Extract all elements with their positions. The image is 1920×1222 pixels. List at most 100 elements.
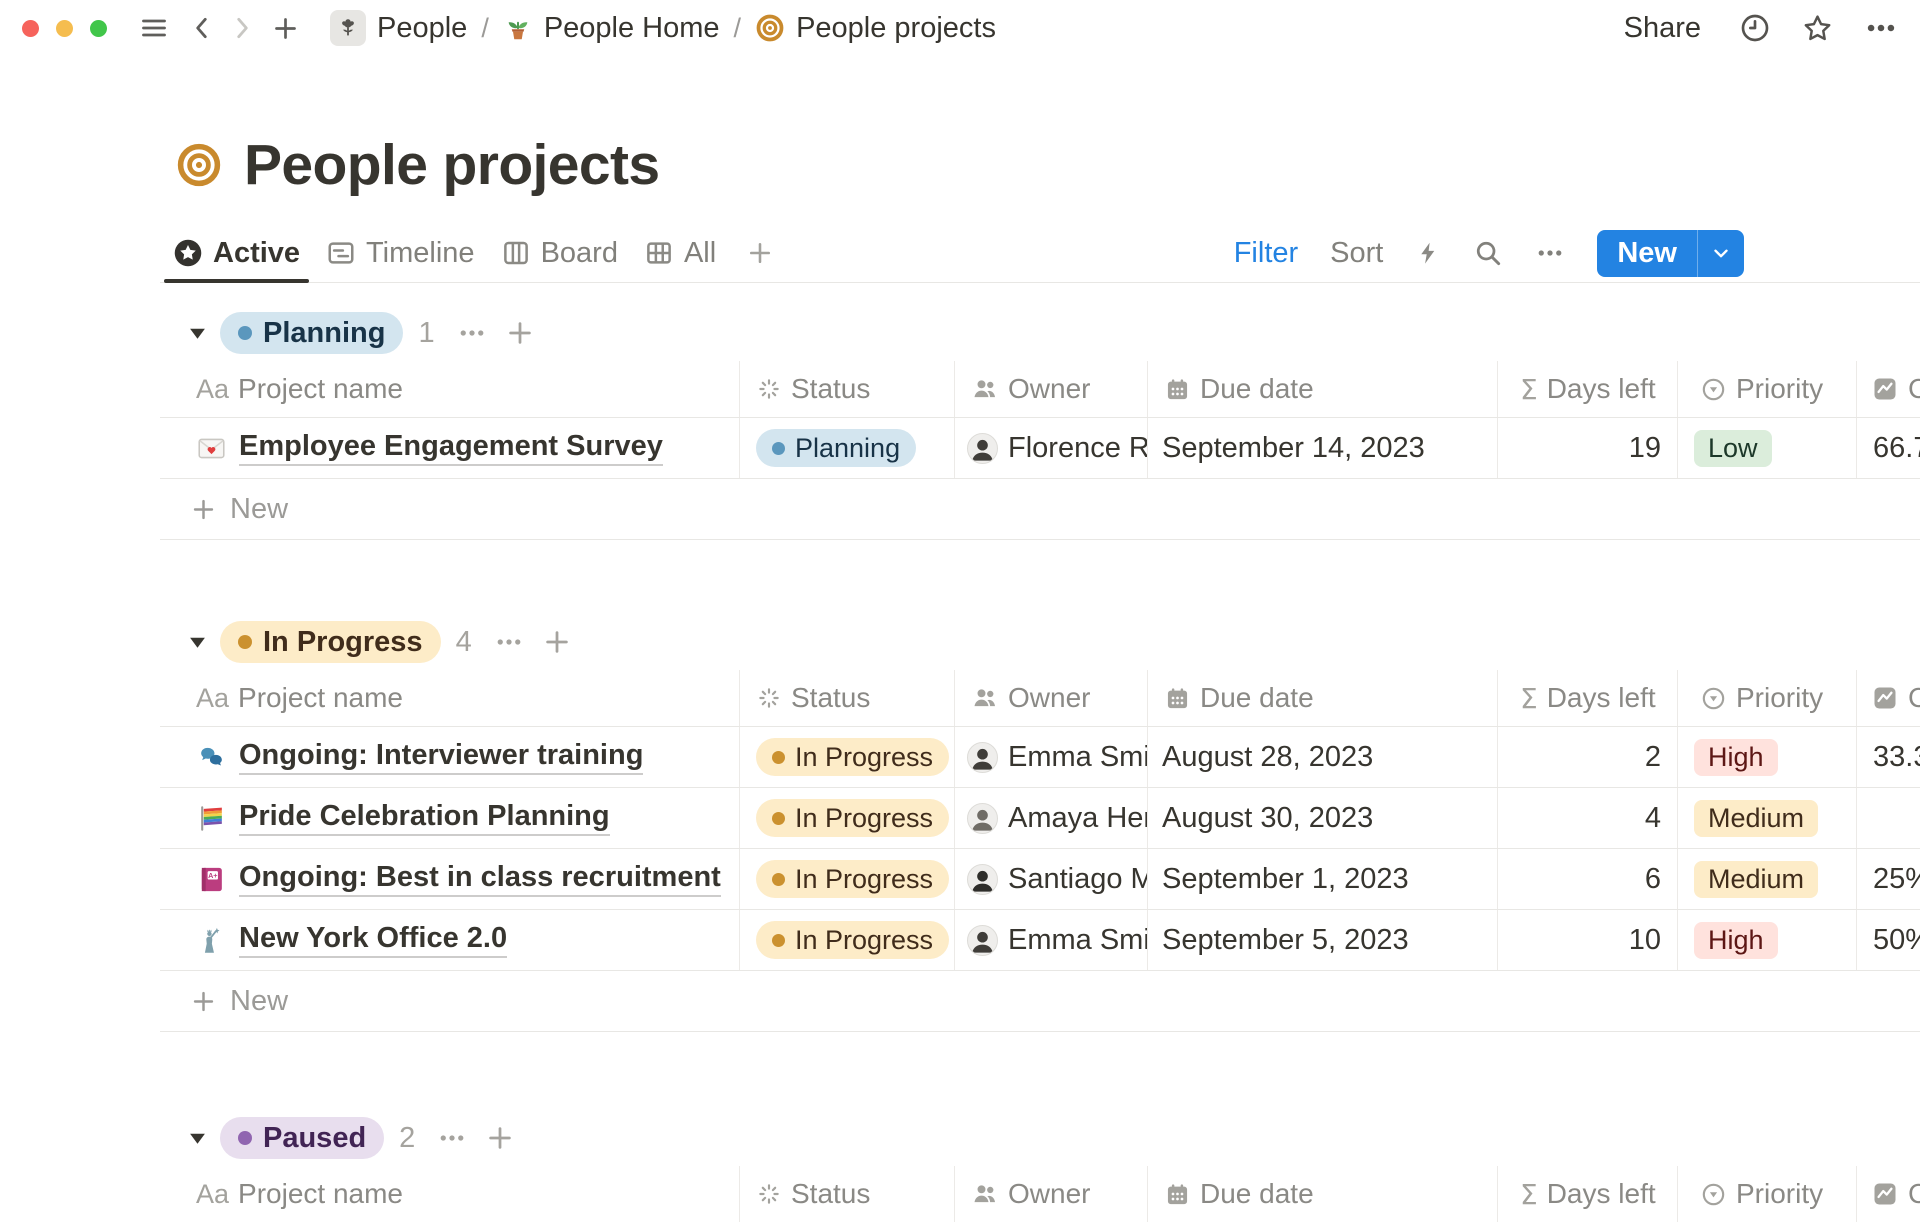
bullseye-icon[interactable] bbox=[176, 142, 222, 188]
priority-cell[interactable]: Low bbox=[1678, 418, 1857, 478]
column-priority[interactable]: Priority bbox=[1678, 670, 1857, 726]
group-add-icon[interactable] bbox=[485, 1123, 515, 1153]
priority-cell[interactable]: High bbox=[1678, 910, 1857, 970]
column-owner[interactable]: Owner bbox=[955, 1166, 1148, 1222]
status-cell[interactable]: In Progress bbox=[740, 910, 955, 970]
forward-icon[interactable] bbox=[229, 15, 255, 41]
due-date-cell[interactable]: August 30, 2023 bbox=[1148, 788, 1498, 848]
column-project-name[interactable]: AaProject name bbox=[160, 1166, 740, 1222]
project-name-link[interactable]: Ongoing: Interviewer training bbox=[239, 739, 643, 775]
automations-lightning-icon[interactable] bbox=[1415, 238, 1441, 268]
updates-clock-icon[interactable] bbox=[1739, 12, 1771, 44]
status-cell[interactable]: In Progress bbox=[740, 849, 955, 909]
tab-timeline[interactable]: Timeline bbox=[313, 224, 488, 282]
owner-cell[interactable]: Emma Smith bbox=[955, 910, 1148, 970]
priority-cell[interactable]: High bbox=[1678, 727, 1857, 787]
completion-cell[interactable]: 50% bbox=[1857, 910, 1920, 970]
group-add-icon[interactable] bbox=[542, 627, 572, 657]
project-name-link[interactable]: Ongoing: Best in class recruitment bbox=[239, 861, 721, 897]
group-add-icon[interactable] bbox=[505, 318, 535, 348]
project-name-link[interactable]: Employee Engagement Survey bbox=[239, 430, 663, 466]
column-due-date[interactable]: Due date bbox=[1148, 361, 1498, 417]
project-name-cell[interactable]: New York Office 2.0 bbox=[160, 910, 740, 970]
sort-button[interactable]: Sort bbox=[1330, 237, 1383, 270]
new-button[interactable]: New bbox=[1597, 230, 1744, 277]
completion-cell[interactable]: 25% bbox=[1857, 849, 1920, 909]
owner-cell[interactable]: Santiago Martinez bbox=[955, 849, 1148, 909]
column-due-date[interactable]: Due date bbox=[1148, 1166, 1498, 1222]
group-status-pill[interactable]: In Progress bbox=[220, 621, 441, 663]
project-name-link[interactable]: Pride Celebration Planning bbox=[239, 800, 610, 836]
due-date-cell[interactable]: August 28, 2023 bbox=[1148, 727, 1498, 787]
days-left-cell[interactable]: 10 bbox=[1498, 910, 1678, 970]
column-project-name[interactable]: AaProject name bbox=[160, 670, 740, 726]
new-page-plus-icon[interactable] bbox=[272, 15, 299, 42]
group-more-icon[interactable] bbox=[494, 627, 524, 657]
status-cell[interactable]: Planning bbox=[740, 418, 955, 478]
column-completion[interactable]: Completion bbox=[1857, 670, 1920, 726]
owner-cell[interactable]: Emma Smith bbox=[955, 727, 1148, 787]
due-date-cell[interactable]: September 5, 2023 bbox=[1148, 910, 1498, 970]
group-more-icon[interactable] bbox=[437, 1123, 467, 1153]
days-left-cell[interactable]: 19 bbox=[1498, 418, 1678, 478]
status-cell[interactable]: In Progress bbox=[740, 727, 955, 787]
column-days-left[interactable]: ΣDays left bbox=[1498, 1166, 1678, 1222]
sidebar-menu-icon[interactable] bbox=[140, 14, 168, 42]
priority-cell[interactable]: Medium bbox=[1678, 849, 1857, 909]
priority-cell[interactable]: Medium bbox=[1678, 788, 1857, 848]
group-more-icon[interactable] bbox=[457, 318, 487, 348]
column-completion[interactable]: Completion bbox=[1857, 361, 1920, 417]
owner-cell[interactable]: Florence Rossi bbox=[955, 418, 1148, 478]
due-date-cell[interactable]: September 1, 2023 bbox=[1148, 849, 1498, 909]
days-left-cell[interactable]: 6 bbox=[1498, 849, 1678, 909]
new-button-chevron-down-icon[interactable] bbox=[1697, 230, 1744, 277]
group-status-pill[interactable]: Paused bbox=[220, 1117, 384, 1159]
status-cell[interactable]: In Progress bbox=[740, 788, 955, 848]
collapse-triangle-icon[interactable] bbox=[188, 325, 207, 342]
view-more-options-icon[interactable] bbox=[1535, 238, 1565, 268]
column-status[interactable]: Status bbox=[740, 670, 955, 726]
column-project-name[interactable]: AaProject name bbox=[160, 361, 740, 417]
more-options-icon[interactable] bbox=[1864, 11, 1898, 45]
completion-cell[interactable]: 66.7 bbox=[1857, 418, 1920, 478]
add-row-button[interactable]: New bbox=[160, 479, 1920, 540]
column-priority[interactable]: Priority bbox=[1678, 1166, 1857, 1222]
breadcrumb-people-projects[interactable]: People projects bbox=[749, 10, 1002, 47]
filter-button[interactable]: Filter bbox=[1234, 237, 1298, 270]
minimize-window-button[interactable] bbox=[56, 20, 73, 37]
days-left-cell[interactable]: 2 bbox=[1498, 727, 1678, 787]
column-owner[interactable]: Owner bbox=[955, 670, 1148, 726]
add-row-button[interactable]: New bbox=[160, 971, 1920, 1032]
tab-active[interactable]: Active bbox=[160, 224, 313, 282]
project-name-link[interactable]: New York Office 2.0 bbox=[239, 922, 507, 958]
add-view-plus-icon[interactable] bbox=[733, 224, 787, 282]
share-button[interactable]: Share bbox=[1616, 8, 1709, 49]
back-icon[interactable] bbox=[189, 15, 215, 41]
column-completion[interactable]: Completion bbox=[1857, 1166, 1920, 1222]
column-priority[interactable]: Priority bbox=[1678, 361, 1857, 417]
project-name-cell[interactable]: A+ Ongoing: Best in class recruitment bbox=[160, 849, 740, 909]
owner-cell[interactable]: Amaya Hernandez bbox=[955, 788, 1148, 848]
project-name-cell[interactable]: Ongoing: Interviewer training bbox=[160, 727, 740, 787]
close-window-button[interactable] bbox=[22, 20, 39, 37]
tab-all[interactable]: All bbox=[631, 224, 729, 282]
completion-cell[interactable]: 33.3 bbox=[1857, 727, 1920, 787]
column-days-left[interactable]: ΣDays left bbox=[1498, 670, 1678, 726]
column-due-date[interactable]: Due date bbox=[1148, 670, 1498, 726]
collapse-triangle-icon[interactable] bbox=[188, 634, 207, 651]
breadcrumb-people-home[interactable]: People Home bbox=[497, 10, 726, 47]
group-status-pill[interactable]: Planning bbox=[220, 312, 403, 354]
favorite-star-icon[interactable] bbox=[1801, 12, 1834, 45]
column-owner[interactable]: Owner bbox=[955, 361, 1148, 417]
project-name-cell[interactable]: Employee Engagement Survey bbox=[160, 418, 740, 478]
collapse-triangle-icon[interactable] bbox=[188, 1130, 207, 1147]
zoom-window-button[interactable] bbox=[90, 20, 107, 37]
breadcrumb-teamspace[interactable]: People bbox=[324, 8, 473, 48]
due-date-cell[interactable]: September 14, 2023 bbox=[1148, 418, 1498, 478]
column-status[interactable]: Status bbox=[740, 1166, 955, 1222]
column-days-left[interactable]: ΣDays left bbox=[1498, 361, 1678, 417]
project-name-cell[interactable]: Pride Celebration Planning bbox=[160, 788, 740, 848]
completion-cell[interactable] bbox=[1857, 788, 1920, 848]
tab-board[interactable]: Board bbox=[488, 224, 631, 282]
column-status[interactable]: Status bbox=[740, 361, 955, 417]
